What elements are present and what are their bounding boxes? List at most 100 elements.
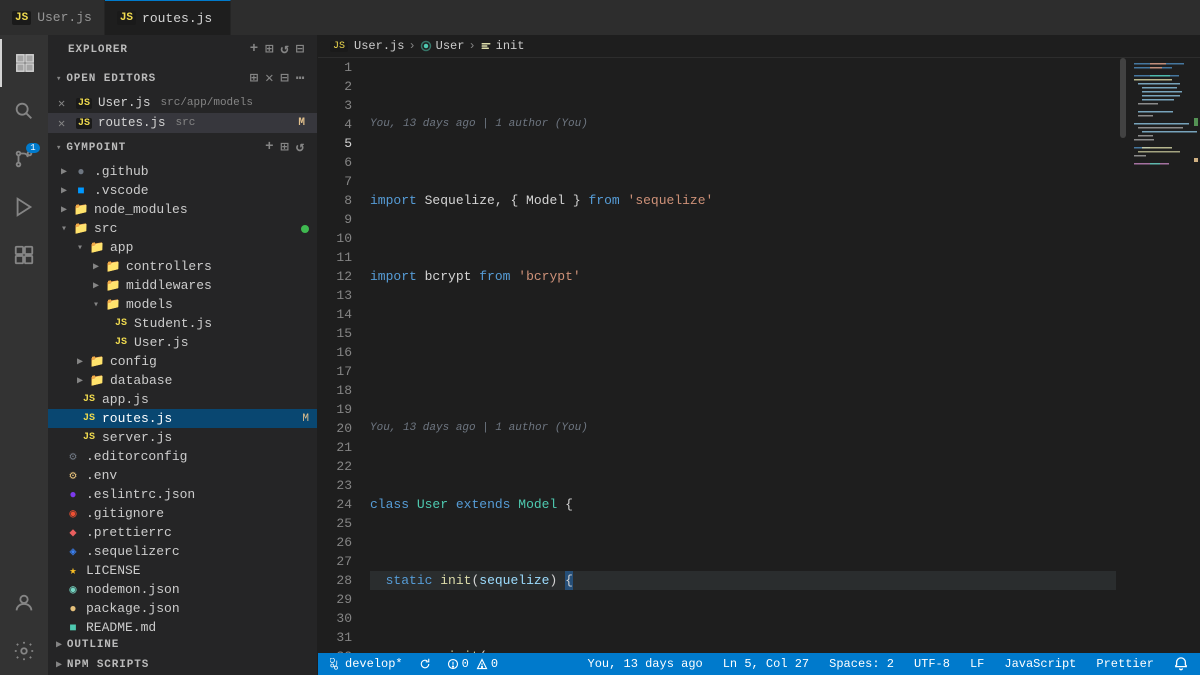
- close-editor-routes-icon[interactable]: ✕: [58, 116, 65, 131]
- github-label: .github: [94, 164, 317, 179]
- project-actions: + ⊞ ↺: [265, 139, 305, 156]
- tree-sequelizerc[interactable]: ◈ .sequelizerc: [48, 542, 317, 561]
- src-label: src: [94, 221, 301, 236]
- breadcrumb-sep1: ›: [408, 39, 415, 53]
- config-icon: 📁: [88, 354, 106, 369]
- tree-nodemon[interactable]: ◉ nodemon.json: [48, 580, 317, 599]
- spaces-value: Spaces: 2: [829, 657, 894, 671]
- server-js-icon: JS: [80, 432, 98, 443]
- tree-app-js[interactable]: JS app.js: [48, 390, 317, 409]
- open-editors-header[interactable]: ▾ OPEN EDITORS ⊞ ✕ ⊟ ⋯: [48, 64, 317, 93]
- activity-extensions[interactable]: [0, 231, 48, 279]
- tree-database[interactable]: ▶ 📁 database: [48, 371, 317, 390]
- tree-src[interactable]: ▾ 📁 src: [48, 219, 317, 238]
- new-folder-project-icon[interactable]: ⊞: [280, 139, 289, 156]
- tree-prettierrc[interactable]: ◆ .prettierrc: [48, 523, 317, 542]
- eol-item[interactable]: LF: [966, 657, 988, 671]
- split-icon[interactable]: ⊟: [280, 70, 289, 87]
- middlewares-label: middlewares: [126, 278, 317, 293]
- tree-node-modules[interactable]: ▶ 📁 node_modules: [48, 200, 317, 219]
- open-editor-routes-js[interactable]: ✕ JS routes.js src M: [48, 113, 317, 133]
- dots-icon[interactable]: ⋯: [296, 70, 305, 87]
- arrow-models: ▾: [88, 299, 104, 311]
- tree-readme[interactable]: ■ README.md: [48, 618, 317, 635]
- encoding-value: UTF-8: [914, 657, 950, 671]
- tab-user-js-label: User.js: [37, 10, 92, 25]
- open-editor-user-js[interactable]: ✕ JS User.js src/app/models: [48, 93, 317, 113]
- code-line-2: import bcrypt from 'bcrypt': [370, 267, 1116, 286]
- new-file-icon[interactable]: +: [250, 41, 259, 58]
- ln-27: 27: [318, 552, 352, 571]
- refresh-project-icon[interactable]: ↺: [296, 139, 305, 156]
- npm-section[interactable]: ▶ NPM SCRIPTS: [48, 655, 317, 675]
- formatter-value: Prettier: [1096, 657, 1154, 671]
- errors-item[interactable]: 0 0: [443, 657, 502, 671]
- js-icon: JS: [12, 11, 31, 25]
- code-content[interactable]: You, 13 days ago | 1 author (You) import…: [362, 58, 1116, 653]
- tree-license[interactable]: ★ LICENSE: [48, 561, 317, 580]
- spaces-item[interactable]: Spaces: 2: [825, 657, 898, 671]
- database-label: database: [110, 373, 317, 388]
- close-all-icon[interactable]: ✕: [265, 70, 274, 87]
- activity-search[interactable]: [0, 87, 48, 135]
- tree-editorconfig[interactable]: ⚙ .editorconfig: [48, 447, 317, 466]
- tree-student-js[interactable]: JS Student.js: [48, 314, 317, 333]
- encoding-item[interactable]: UTF-8: [910, 657, 954, 671]
- tree-server-js[interactable]: JS server.js: [48, 428, 317, 447]
- tree-controllers[interactable]: ▶ 📁 controllers: [48, 257, 317, 276]
- activity-avatar[interactable]: [0, 579, 48, 627]
- new-folder-icon[interactable]: ⊞: [265, 41, 274, 58]
- tab-user-js[interactable]: JS User.js: [0, 0, 105, 35]
- formatter-item[interactable]: Prettier: [1092, 657, 1158, 671]
- save-all-icon[interactable]: ⊞: [250, 70, 259, 87]
- outline-section[interactable]: ▶ OUTLINE: [48, 635, 317, 655]
- breadcrumb: JS User.js › User › init: [318, 35, 1200, 58]
- tree-models[interactable]: ▾ 📁 models: [48, 295, 317, 314]
- tree-env[interactable]: ⚙ .env: [48, 466, 317, 485]
- tree-package-json[interactable]: ● package.json: [48, 599, 317, 618]
- cursor-item[interactable]: Ln 5, Col 27: [719, 657, 813, 671]
- scroll-thumb[interactable]: [1120, 58, 1126, 138]
- scroll-gutter[interactable]: [1116, 58, 1130, 653]
- tree-gitignore[interactable]: ◉ .gitignore: [48, 504, 317, 523]
- tree-user-js[interactable]: JS User.js: [48, 333, 317, 352]
- breadcrumb-file: User.js: [354, 39, 404, 53]
- open-editor-routes-js-label: routes.js: [98, 116, 166, 130]
- tree-vscode[interactable]: ▶ ■ .vscode: [48, 181, 317, 200]
- ln-6: 6: [318, 153, 352, 172]
- close-editor-icon[interactable]: ✕: [58, 96, 65, 111]
- branch-item[interactable]: develop*: [326, 657, 407, 671]
- ln-22: 22: [318, 457, 352, 476]
- tree-app[interactable]: ▾ 📁 app: [48, 238, 317, 257]
- ln-26: 26: [318, 533, 352, 552]
- activity-settings[interactable]: [0, 627, 48, 675]
- new-file-project-icon[interactable]: +: [265, 139, 274, 156]
- routes-m-badge: M: [302, 413, 309, 425]
- activity-explorer[interactable]: [0, 39, 48, 87]
- collapse-icon[interactable]: ⊟: [296, 41, 305, 58]
- sync-item[interactable]: [415, 658, 435, 670]
- tree-middlewares[interactable]: ▶ 📁 middlewares: [48, 276, 317, 295]
- git-badge: 1: [26, 143, 40, 153]
- git-info-item[interactable]: You, 13 days ago: [584, 657, 707, 671]
- tree-github[interactable]: ▶ ● .github: [48, 162, 317, 181]
- activity-debug[interactable]: [0, 183, 48, 231]
- ln-7: 7: [318, 172, 352, 191]
- refresh-icon[interactable]: ↺: [280, 41, 289, 58]
- arrow-vscode: ▶: [56, 185, 72, 197]
- server-js-label: server.js: [102, 430, 317, 445]
- ln-10: 10: [318, 229, 352, 248]
- ln-5: 5: [318, 134, 352, 153]
- language-item[interactable]: JavaScript: [1000, 657, 1080, 671]
- models-icon: 📁: [104, 297, 122, 312]
- tree-eslint[interactable]: ● .eslintrc.json: [48, 485, 317, 504]
- tab-routes-js[interactable]: JS routes.js: [105, 0, 231, 35]
- status-bar: develop* 0 0 You, 13 days ago Ln 5, Col …: [318, 653, 1200, 675]
- code-line-5: static init(sequelize) {: [370, 571, 1116, 590]
- gympoint-header[interactable]: ▾ GYMPOINT + ⊞ ↺: [48, 133, 317, 162]
- notification-item[interactable]: [1170, 657, 1192, 671]
- tree-routes-js[interactable]: JS routes.js M: [48, 409, 317, 428]
- activity-git[interactable]: 1: [0, 135, 48, 183]
- tree-config[interactable]: ▶ 📁 config: [48, 352, 317, 371]
- open-editor-routes-js-path: src: [176, 117, 196, 129]
